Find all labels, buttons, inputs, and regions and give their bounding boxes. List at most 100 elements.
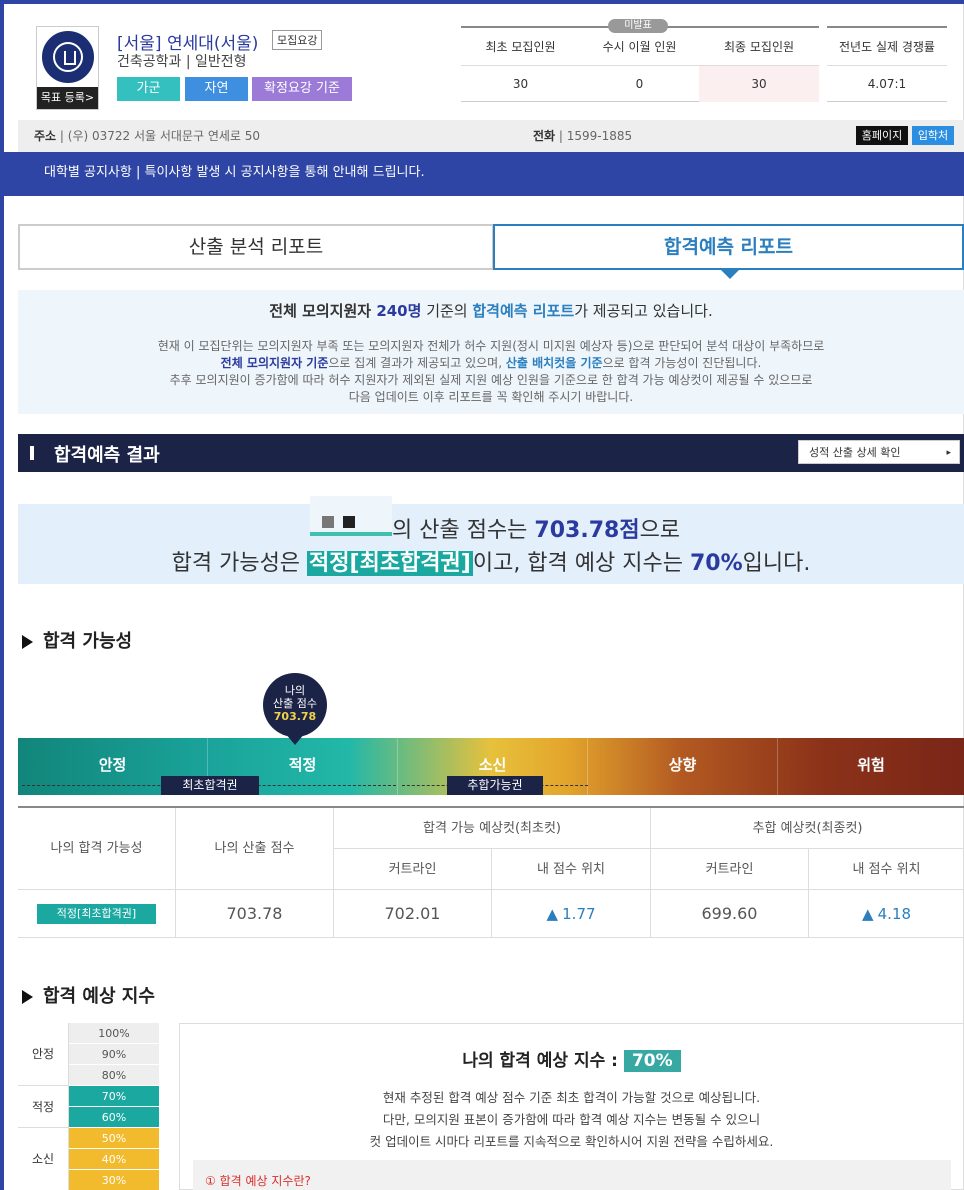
possibility-section-title: 합격 가능성 (22, 627, 132, 653)
info-headline-d: 합격예측 리포트 (472, 302, 575, 320)
final-position-value: 4.18 (877, 905, 912, 923)
goal-register-button[interactable]: 목표 등록> (37, 87, 98, 109)
carryover-header: 수시 이월 인원 (580, 28, 699, 66)
prev-competition-value: 4.07:1 (867, 77, 907, 91)
first-pass-range-label: 최초합격권 (161, 776, 259, 795)
th-first-cutline: 커트라인 (334, 849, 492, 890)
masked-char-2 (343, 516, 355, 528)
additional-pass-range-label: 추합가능권 (447, 776, 543, 795)
index-row-60: 60% (69, 1107, 159, 1128)
score-l2-c: 입니다. (742, 551, 811, 576)
homepage-button[interactable]: 홈페이지 (856, 126, 908, 145)
td-first-cutline: 702.01 (334, 890, 492, 938)
prev-competition-table: 전년도 실제 경쟁률 4.07:1 (827, 26, 947, 102)
index-desc-2: 다만, 모의지원 표본이 증가함에 따라 합격 예상 지수는 변동될 수 있으니 (382, 1112, 761, 1127)
index-row-30: 30% (69, 1170, 159, 1190)
info-headline-c: 기준의 (421, 302, 473, 320)
address-label: 주소 (34, 129, 57, 143)
first-position-value: 1.77 (562, 905, 596, 923)
group-stable: 안정 (18, 1023, 69, 1086)
my-score-highlight: 703.78점 (534, 518, 640, 543)
masked-char-1 (322, 516, 334, 528)
tab-prediction-report[interactable]: 합격예측 리포트 (493, 224, 964, 270)
up-arrow-icon: ▲ (861, 905, 874, 923)
index-row-80: 80% (69, 1065, 159, 1086)
group-belief: 소신 (18, 1128, 69, 1190)
td-final-cutline: 699.60 (651, 890, 809, 938)
admission-guide-badge[interactable]: 모집요강 (272, 30, 323, 50)
info-line-2: 현재 이 모집단위는 모의지원자 부족 또는 모의지원자 전체가 허수 지원(정… (157, 339, 825, 353)
up-arrow-icon: ▲ (546, 905, 558, 923)
info-headline-e: 가 제공되고 있습니다. (574, 302, 713, 320)
recruit-stats-table: 최초 모집인원 수시 이월 인원 최종 모집인원 30 0 30 (461, 26, 819, 102)
info-headline-a: 전체 모의지원자 (269, 302, 377, 320)
result-title: 합격예측 결과 (54, 445, 160, 466)
th-final-cutline: 커트라인 (651, 849, 809, 890)
info-l3-c: 산출 배치컷을 기준 (505, 356, 603, 370)
initial-quota-value: 30 (512, 77, 529, 91)
th-my-possibility: 나의 합격 가능성 (18, 808, 176, 890)
index-row-90: 90% (69, 1044, 159, 1065)
final-quota-header: 최종 모집인원 (699, 28, 819, 66)
applicant-count: 240명 (376, 302, 422, 320)
phone-value: | 1599-1885 (555, 129, 633, 143)
index-panel-title: 나의 합격 예상 지수 :70% (179, 1046, 964, 1072)
index-panel-value: 70% (623, 1050, 681, 1072)
score-l1-b: 으로 (639, 518, 681, 543)
chevron-right-icon: ▸ (946, 448, 951, 458)
prev-competition-header: 전년도 실제 경쟁률 (827, 28, 947, 66)
pin-tail (285, 733, 305, 745)
info-headline: 전체 모의지원자 240명 기준의 합격예측 리포트가 제공되고 있습니다. (18, 300, 964, 321)
my-score-pin: 나의 산출 점수 703.78 (263, 673, 327, 737)
segment-upward: 상향 (588, 738, 778, 795)
possibility-level-highlight: 적정[최초합격권] (307, 551, 473, 576)
td-my-score: 703.78 (176, 890, 334, 938)
info-line-3: 전체 모의지원자 기준으로 집계 결과가 제공되고 있으며, 산출 배치컷을 기… (18, 354, 964, 371)
th-first-position: 내 점수 위치 (492, 849, 651, 890)
address-value: | (우) 03722 서울 서대문구 연세로 50 (56, 129, 261, 143)
th-first-cut: 합격 가능 예상컷(최초컷) (334, 808, 651, 849)
triangle-bullet-icon (22, 635, 33, 649)
pin-score: 703.78 (273, 710, 317, 723)
th-final-position: 내 점수 위치 (809, 849, 964, 890)
info-l3-d: 으로 합격 가능성이 진단됩니다. (602, 356, 762, 370)
score-detail-button[interactable]: ▸ 성적 산출 상세 확인 (798, 440, 960, 464)
possibility-title: 합격 가능성 (43, 631, 133, 652)
result-header-bar (30, 446, 34, 460)
score-l2-a: 합격 가능성은 (171, 551, 308, 576)
index-section-title: 합격 예상 지수 (22, 982, 155, 1008)
index-panel-title-text: 나의 합격 예상 지수 : (462, 1051, 618, 1071)
address-row: 주소 | (우) 03722 서울 서대문구 연세로 50 (34, 127, 260, 144)
index-scale-table: 안정 적정 소신 100% 90% 80% 70% 60% 50% 40% 30… (18, 1023, 159, 1190)
tag-group: 가군 (117, 77, 180, 101)
admission-office-button[interactable]: 입학처 (912, 126, 954, 145)
final-quota-value: 30 (699, 66, 819, 102)
university-logo: 목표 등록> (36, 26, 99, 110)
phone-label: 전화 (533, 129, 556, 143)
index-desc-3: 컷 업데이트 시마다 리포트를 지속적으로 확인하시어 지원 전략을 수립하세요… (369, 1134, 774, 1149)
tab-calc-report[interactable]: 산출 분석 리포트 (18, 224, 494, 270)
phone-row: 전화 | 1599-1885 (533, 127, 632, 144)
info-line-4: 추후 모의지원이 증가함에 따라 허수 지원자가 제외된 실제 지원 예상 인원… (169, 373, 813, 387)
index-desc-1: 현재 추정된 합격 예상 점수 기준 최초 합격이 가능할 것으로 예상됩니다. (382, 1090, 761, 1105)
my-possibility-badge: 적정[최초합격권] (37, 904, 156, 924)
td-first-position: ▲ 1.77 (492, 890, 651, 938)
score-sentence-2: 합격 가능성은 적정[최초합격권]이고, 합격 예상 지수는 70%입니다. (18, 545, 964, 577)
pin-line-1: 나의 (284, 684, 306, 697)
notice-bar[interactable]: 대학별 공지사항 | 특이사항 발생 시 공지사항을 통해 안내해 드립니다. (4, 152, 964, 196)
unannounced-badge: 미발표 (608, 19, 668, 33)
index-title: 합격 예상 지수 (43, 986, 155, 1007)
active-tab-indicator (721, 270, 739, 279)
index-faq-toggle[interactable]: ① 합격 예상 지수란? (193, 1160, 951, 1190)
department-label: 건축공학과 | 일반전형 (117, 54, 247, 70)
group-appropriate: 적정 (18, 1086, 69, 1128)
score-detail-label: 성적 산출 상세 확인 (809, 446, 901, 459)
info-line-5: 다음 업데이트 이후 리포트를 꼭 확인해 주시기 바랍니다. (348, 390, 634, 404)
tag-field: 자연 (185, 77, 248, 101)
pin-line-2: 산출 점수 (273, 697, 317, 710)
info-l3-b: 으로 집계 결과가 제공되고 있으며, (328, 356, 506, 370)
score-l2-b: 이고, 합격 예상 지수는 (472, 551, 690, 576)
cutline-table: 나의 합격 가능성 나의 산출 점수 합격 가능 예상컷(최초컷) 추합 예상컷… (18, 806, 964, 938)
info-l3-a: 전체 모의지원자 기준 (220, 356, 329, 370)
td-final-position: ▲ 4.18 (809, 890, 964, 938)
